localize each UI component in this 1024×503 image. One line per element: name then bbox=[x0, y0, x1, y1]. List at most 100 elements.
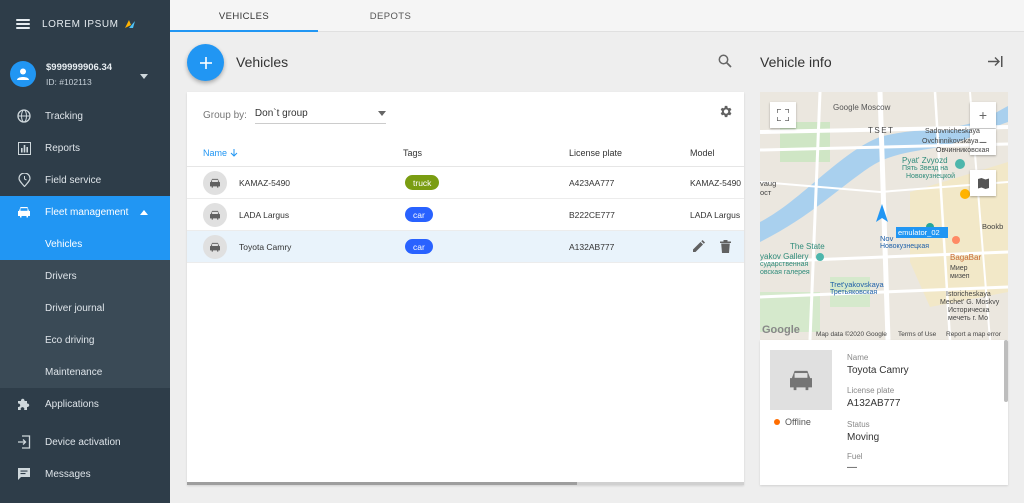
zoom-in-button[interactable]: + bbox=[970, 102, 996, 128]
vertical-scrollbar[interactable] bbox=[1004, 340, 1008, 402]
map-label: мечеть г. Мо bbox=[948, 315, 988, 322]
map-label: ост bbox=[760, 188, 772, 197]
group-by-control: Group by: Don`t group bbox=[203, 106, 386, 124]
globe-icon bbox=[16, 108, 32, 124]
caret-down-icon[interactable] bbox=[140, 70, 148, 82]
map-label: Pyat' Zvyozd bbox=[902, 156, 948, 165]
connection-status: Offline bbox=[774, 417, 811, 427]
map-label: yakov Gallery bbox=[760, 252, 809, 261]
terms-link[interactable]: Terms of Use bbox=[898, 331, 936, 338]
caret-down-icon bbox=[377, 111, 386, 116]
map-layers-icon[interactable] bbox=[970, 170, 996, 196]
group-by-label: Group by: bbox=[203, 109, 247, 121]
map-label: мизеп bbox=[950, 273, 970, 280]
sidebar: LOREM IPSUM $999999906.34 ID: #102113 Tr… bbox=[0, 0, 170, 503]
user-block[interactable]: $999999906.34 ID: #102113 bbox=[0, 48, 170, 100]
nav-eco-driving[interactable]: Eco driving bbox=[0, 324, 170, 356]
map-label: Sadovnicheskaya bbox=[925, 128, 980, 135]
group-by-value: Don`t group bbox=[254, 108, 308, 119]
map-label: Nov bbox=[880, 234, 894, 243]
vehicle-photo bbox=[770, 350, 832, 410]
column-license-plate[interactable]: License plate bbox=[569, 148, 622, 158]
vehicle-info-title: Vehicle info bbox=[760, 54, 832, 70]
map-label: Istoricheskaya bbox=[946, 291, 991, 298]
nav-reports[interactable]: Reports bbox=[0, 132, 170, 164]
nav-vehicles[interactable]: Vehicles bbox=[0, 228, 170, 260]
license-plate: A132AB777 bbox=[569, 242, 615, 252]
license-plate: B222CE777 bbox=[569, 210, 615, 220]
vehicles-title: Vehicles bbox=[236, 54, 289, 70]
nav-vehicles-label: Vehicles bbox=[45, 238, 83, 250]
search-icon[interactable] bbox=[718, 54, 734, 70]
vehicle-map-label[interactable]: emulator_02 bbox=[898, 228, 940, 237]
license-plate: A423AA777 bbox=[569, 178, 615, 188]
map-footer: Google Map data ©2020 Google Terms of Us… bbox=[760, 324, 1008, 340]
edit-pencil-icon[interactable] bbox=[692, 240, 706, 254]
map-label: сударственная bbox=[760, 261, 809, 268]
vehicle-model: LADA Largus bbox=[690, 210, 741, 220]
add-vehicle-button[interactable] bbox=[187, 44, 224, 81]
nav-eco-driving-label: Eco driving bbox=[45, 334, 95, 346]
delete-trash-icon[interactable] bbox=[720, 240, 732, 254]
nav-reports-label: Reports bbox=[45, 142, 81, 154]
table-row-selected[interactable]: Toyota Camry car A132AB777 bbox=[187, 231, 744, 263]
table-row[interactable]: LADA Largus car B222CE777 LADA Largus bbox=[187, 199, 744, 231]
map-label: Пять Звезд на bbox=[902, 165, 949, 172]
gear-icon[interactable] bbox=[718, 104, 734, 120]
nav-drivers[interactable]: Drivers bbox=[0, 260, 170, 292]
menu-icon[interactable] bbox=[16, 19, 30, 29]
map-data-credit: Map data ©2020 Google bbox=[816, 331, 887, 338]
tab-depots[interactable]: DEPOTS bbox=[318, 0, 463, 32]
tag-chip[interactable]: car bbox=[405, 207, 433, 222]
map-label: овская галерея bbox=[760, 269, 810, 276]
nav-fleet-management[interactable]: Fleet management bbox=[0, 196, 170, 228]
connection-status-label: Offline bbox=[785, 417, 811, 427]
status-dot bbox=[774, 419, 780, 425]
nav-messages[interactable]: Messages bbox=[0, 458, 170, 490]
collapse-panel-icon[interactable] bbox=[988, 56, 1004, 68]
plus-icon bbox=[199, 56, 212, 69]
vehicles-card: Group by: Don`t group Name Tags License … bbox=[187, 92, 744, 485]
column-name[interactable]: Name bbox=[203, 148, 238, 158]
user-id: ID: #102113 bbox=[46, 76, 92, 87]
vehicle-name: KAMAZ-5490 bbox=[239, 178, 291, 188]
horizontal-scrollbar[interactable] bbox=[187, 482, 744, 485]
nav-applications[interactable]: Applications bbox=[0, 388, 170, 420]
active-tab-indicator bbox=[170, 30, 318, 32]
car-icon bbox=[203, 203, 227, 227]
map-label: Третьяковская bbox=[830, 289, 878, 296]
map-label: Bookb bbox=[982, 222, 1004, 231]
tag-chip[interactable]: car bbox=[405, 239, 433, 254]
column-model[interactable]: Model bbox=[690, 148, 715, 158]
nav-field-service-label: Field service bbox=[45, 174, 102, 186]
field-label: Fuel bbox=[847, 452, 863, 461]
report-map-error-link[interactable]: Report a map error bbox=[946, 331, 1001, 338]
vehicle-name: LADA Largus bbox=[239, 210, 290, 220]
map-label: Mechet' G. Moskvy bbox=[940, 299, 1000, 306]
table-header: Name Tags License plate Model bbox=[187, 140, 744, 167]
nav-tracking[interactable]: Tracking bbox=[0, 100, 170, 132]
nav-field-service[interactable]: Field service bbox=[0, 164, 170, 196]
tag-chip[interactable]: truck bbox=[405, 175, 440, 190]
map-label: Google Moscow bbox=[833, 103, 891, 112]
user-balance: $999999906.34 bbox=[46, 61, 113, 73]
nav-driver-journal[interactable]: Driver journal bbox=[0, 292, 170, 324]
map-label: BagaBar bbox=[950, 253, 982, 262]
table-row[interactable]: KAMAZ-5490 truck A423AA777 KAMAZ-5490 bbox=[187, 167, 744, 199]
column-tags[interactable]: Tags bbox=[403, 148, 422, 158]
group-by-select[interactable]: Don`t group bbox=[254, 106, 386, 124]
map-view[interactable]: + − Google Moscow TSET Sadovnicheskaya O… bbox=[760, 92, 1008, 340]
bar-chart-icon bbox=[16, 140, 32, 156]
fullscreen-icon[interactable] bbox=[770, 102, 796, 128]
map-label: vaug bbox=[760, 179, 777, 188]
tab-vehicles[interactable]: VEHICLES bbox=[170, 0, 318, 32]
map-label: Новокузнецкой bbox=[906, 173, 956, 180]
nav-maintenance[interactable]: Maintenance bbox=[0, 356, 170, 388]
nav-device-activation[interactable]: Device activation bbox=[0, 426, 170, 458]
column-name-label: Name bbox=[203, 148, 228, 158]
brand-logo-icon bbox=[124, 19, 136, 29]
nav-applications-label: Applications bbox=[45, 398, 99, 410]
nav-driver-journal-label: Driver journal bbox=[45, 302, 105, 314]
scrollbar-thumb[interactable] bbox=[187, 482, 577, 485]
puzzle-icon bbox=[16, 396, 32, 412]
